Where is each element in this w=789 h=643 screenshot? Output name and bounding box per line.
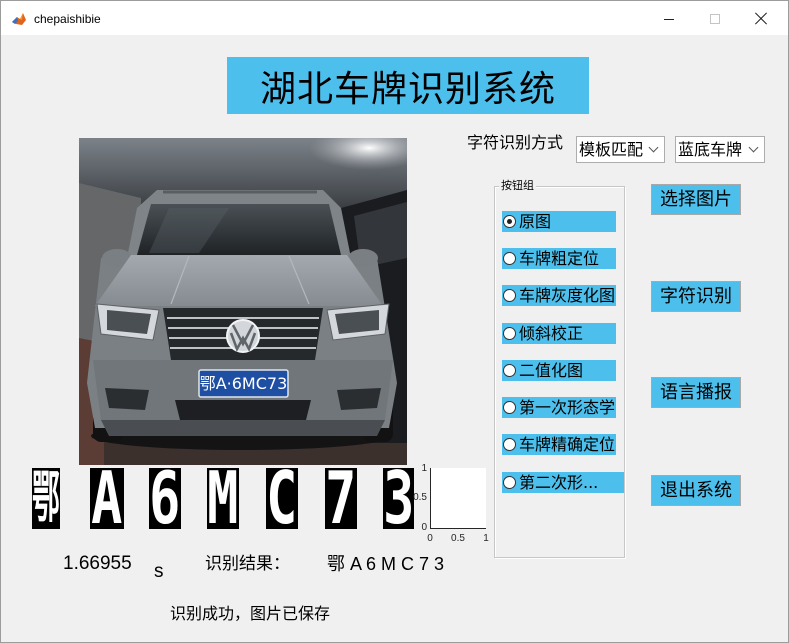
y-tick-label: 1	[421, 463, 427, 474]
radio-circle[interactable]	[503, 289, 516, 302]
segmented-char-text: A	[91, 468, 123, 529]
segmented-char-text: M	[207, 468, 239, 529]
y-tick-label: 0.5	[413, 492, 427, 503]
maximize-button[interactable]	[692, 0, 738, 35]
recognize-button[interactable]: 字符识别	[651, 281, 741, 312]
title-bar[interactable]: chepaishibie	[0, 0, 789, 35]
plate-text: 鄂A·6MC73	[200, 374, 288, 393]
minimize-button[interactable]	[646, 0, 692, 35]
x-tick-label: 0.5	[451, 533, 465, 544]
radio-coarse-location[interactable]: 车牌粗定位	[502, 248, 616, 269]
radio-label: 第二次形...	[519, 473, 599, 492]
matlab-icon	[11, 11, 27, 27]
segmented-char: M	[207, 468, 239, 529]
plate-type-dropdown[interactable]: 蓝底车牌	[675, 136, 765, 163]
radio-label: 原图	[519, 212, 552, 231]
time-unit: s	[154, 561, 164, 582]
char-axes	[430, 468, 486, 529]
close-icon	[754, 11, 768, 25]
elapsed-time: 1.66955	[63, 553, 132, 574]
window-title: chepaishibie	[34, 12, 101, 26]
radio-label: 倾斜校正	[519, 324, 584, 343]
radio-precise-location[interactable]: 车牌精确定位	[502, 434, 616, 455]
radio-original-image[interactable]: 原图	[502, 211, 616, 232]
radio-circle[interactable]	[503, 252, 516, 265]
segmented-char-text: 6	[149, 468, 181, 529]
radio-circle[interactable]	[503, 438, 516, 451]
radio-grayscale[interactable]: 车牌灰度化图	[502, 285, 616, 306]
select-image-button[interactable]: 选择图片	[651, 184, 741, 215]
plate-type-dropdown-value: 蓝底车牌	[678, 140, 743, 159]
segmented-char-text: 7	[325, 468, 357, 529]
segmented-char-text: C	[266, 468, 298, 529]
result-value: 鄂 A 6 M C 7 3	[327, 554, 445, 574]
radio-circle[interactable]	[503, 215, 516, 228]
method-dropdown[interactable]: 模板匹配	[576, 136, 665, 163]
segmented-char: C	[266, 468, 298, 529]
radio-tilt-correction[interactable]: 倾斜校正	[502, 323, 616, 344]
maximize-icon	[710, 14, 720, 24]
image-display: 鄂A·6MC73	[79, 138, 407, 465]
recognition-method-label: 字符识别方式	[467, 133, 564, 152]
page-title: 湖北车牌识别系统	[227, 57, 589, 114]
segmented-char: 6	[149, 468, 181, 529]
segmented-char: A	[90, 468, 124, 529]
license-plate-in-photo: 鄂A·6MC73	[198, 369, 289, 398]
segmented-char-text: 鄂	[32, 468, 60, 529]
radio-circle[interactable]	[503, 476, 516, 489]
radio-circle[interactable]	[503, 364, 516, 377]
method-dropdown-value: 模板匹配	[579, 140, 644, 159]
minimize-icon	[664, 19, 674, 20]
button-group-title: 按钮组	[499, 179, 536, 192]
segmented-char: 7	[325, 468, 357, 529]
x-tick-label: 1	[483, 533, 489, 544]
radio-circle[interactable]	[503, 327, 516, 340]
radio-label: 第一次形态学	[519, 398, 616, 417]
close-button[interactable]	[738, 0, 784, 35]
radio-circle[interactable]	[503, 401, 516, 414]
radio-second-morphology[interactable]: 第二次形...	[502, 472, 624, 493]
exit-button[interactable]: 退出系统	[651, 475, 741, 506]
radio-label: 车牌精确定位	[519, 435, 616, 454]
segmented-char: 鄂	[32, 468, 60, 529]
chevron-down-icon	[648, 142, 659, 153]
radio-label: 车牌灰度化图	[519, 286, 616, 305]
radio-label: 二值化图	[519, 361, 584, 380]
vw-logo	[226, 319, 260, 353]
radio-first-morphology[interactable]: 第一次形态学	[502, 397, 616, 418]
voice-broadcast-button[interactable]: 语言播报	[651, 377, 741, 408]
x-tick-label: 0	[427, 533, 433, 544]
radio-binarization[interactable]: 二值化图	[502, 360, 616, 381]
status-message: 识别成功，图片已保存	[170, 604, 331, 623]
result-label: 识别结果：	[205, 554, 290, 574]
chevron-down-icon	[748, 142, 759, 153]
app-window: chepaishibie 湖北车牌识别系统 字符识别方式 模板匹配 蓝底车牌 鄂…	[0, 0, 789, 643]
radio-label: 车牌粗定位	[519, 249, 600, 268]
car-photo: 鄂A·6MC73	[79, 138, 407, 465]
